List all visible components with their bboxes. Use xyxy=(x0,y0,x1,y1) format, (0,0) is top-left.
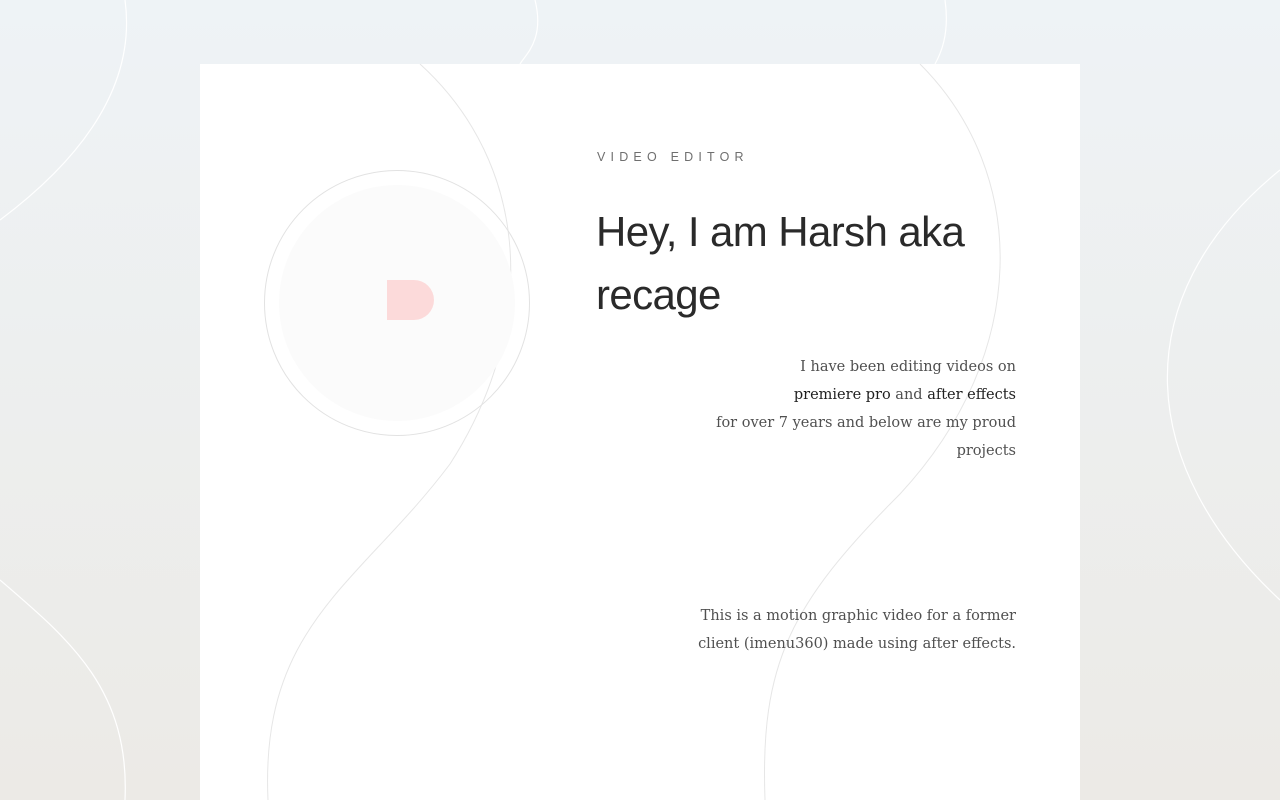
tool-premiere-pro: premiere pro xyxy=(793,387,891,403)
page-title: Hey, I am Harsh aka recage xyxy=(596,200,1036,326)
caption-line-1: This is a motion graphic video for a for… xyxy=(700,608,1016,624)
project-caption: This is a motion graphic video for a for… xyxy=(656,602,1016,658)
intro-line-2: premiere pro and after effects xyxy=(656,381,1016,409)
role-label: VIDEO EDITOR xyxy=(597,150,749,164)
d-logo-icon xyxy=(387,280,434,320)
intro-line-4: projects xyxy=(956,443,1016,459)
tool-after-effects: after effects xyxy=(927,387,1016,403)
intro-line-3: for over 7 years and below are my proud xyxy=(716,415,1016,431)
avatar-ring xyxy=(264,170,530,436)
avatar xyxy=(279,185,515,421)
intro-line-1: I have been editing videos on xyxy=(800,359,1016,375)
intro-joiner: and xyxy=(890,387,928,403)
headline-line-1: Hey, I am Harsh aka xyxy=(596,208,965,255)
intro-text: I have been editing videos on premiere p… xyxy=(656,353,1016,465)
content-card: VIDEO EDITOR Hey, I am Harsh aka recage … xyxy=(200,64,1080,800)
caption-line-2: client (imenu360) made using after effec… xyxy=(698,636,1016,652)
headline-line-2: recage xyxy=(596,271,721,318)
